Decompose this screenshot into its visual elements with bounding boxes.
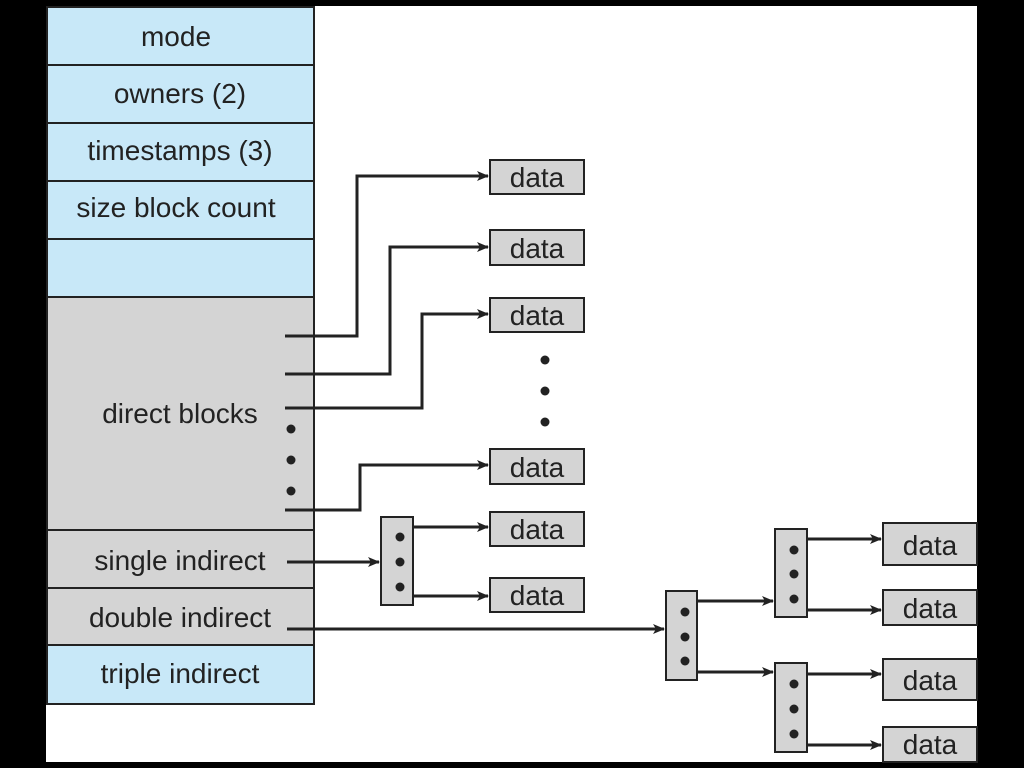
- label-double-indirect: double indirect: [89, 602, 271, 633]
- label-owners: owners (2): [114, 78, 246, 109]
- label-triple-indirect: triple indirect: [101, 658, 260, 689]
- data-label: data: [510, 452, 565, 483]
- field-empty: [46, 238, 315, 298]
- inode: [46, 6, 315, 705]
- label-size-block-count: size block count: [76, 192, 275, 223]
- data-label: data: [903, 729, 958, 760]
- data-label: data: [510, 514, 565, 545]
- data-label: data: [903, 665, 958, 696]
- inode-diagram: mode owners (2) timestamps (3) size bloc…: [46, 6, 978, 763]
- data-label: data: [510, 233, 565, 264]
- label-mode: mode: [141, 21, 211, 52]
- data-label: data: [903, 593, 958, 624]
- label-single-indirect: single indirect: [94, 545, 265, 576]
- label-direct-blocks: direct blocks: [102, 398, 258, 429]
- data-label: data: [510, 300, 565, 331]
- data-label: data: [510, 580, 565, 611]
- data-label: data: [903, 530, 958, 561]
- data-label: data: [510, 162, 565, 193]
- label-timestamps: timestamps (3): [87, 135, 272, 166]
